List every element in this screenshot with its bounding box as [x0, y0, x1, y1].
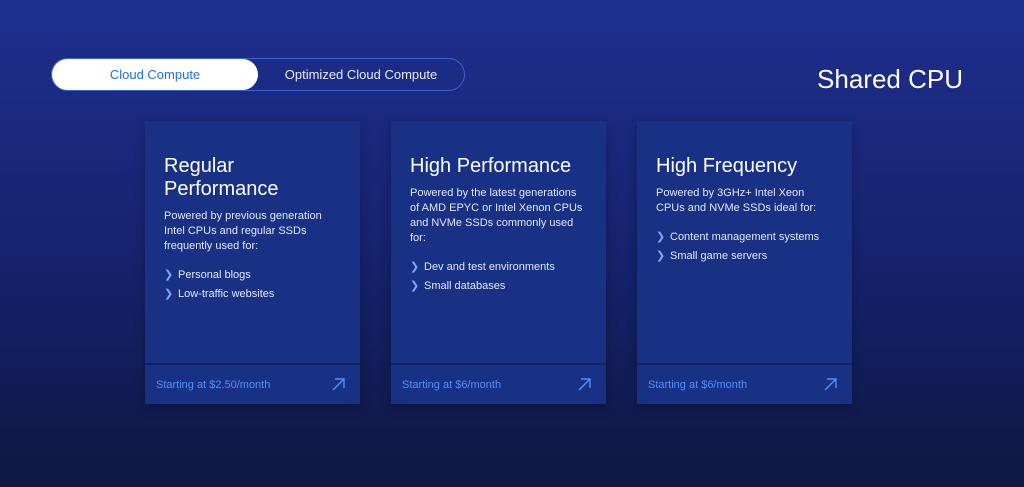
chevron-right-icon: ❯ — [656, 250, 666, 262]
list-item: ❯ Small databases — [410, 277, 588, 296]
use-case-list: ❯ Content management systems ❯ Small game … — [656, 228, 834, 266]
card-title: High Frequency — [656, 155, 834, 178]
use-case-list: ❯ Personal blogs ❯ Low-traffic websites — [164, 266, 342, 304]
card-title-line1: High Performance — [410, 155, 572, 177]
card-footer-link[interactable]: Starting at $6/month — [391, 363, 606, 404]
card-title: High Performance — [410, 155, 588, 178]
card-footer-link[interactable]: Starting at $6/month — [637, 363, 852, 404]
card-footer-link[interactable]: Starting at $2.50/month — [145, 363, 360, 404]
tab-optimized-cloud-compute[interactable]: Optimized Cloud Compute — [258, 59, 464, 90]
tab-cloud-compute[interactable]: Cloud Compute — [52, 59, 258, 90]
card-title-line1: Regular — [164, 155, 235, 177]
card-title-line1: High Frequency — [656, 155, 798, 177]
chevron-right-icon: ❯ — [410, 261, 420, 273]
list-item-label: Small databases — [424, 280, 506, 292]
list-item: ❯ Dev and test environments — [410, 258, 588, 277]
chevron-right-icon: ❯ — [410, 280, 420, 292]
price-label: Starting at $6/month — [648, 378, 748, 391]
arrow-up-right-icon — [332, 378, 345, 391]
chevron-right-icon: ❯ — [164, 288, 174, 300]
chevron-right-icon: ❯ — [656, 231, 666, 243]
section-title: Shared CPU — [817, 64, 963, 94]
list-item: ❯ Content management systems — [656, 228, 834, 247]
list-item-label: Small game servers — [670, 250, 768, 262]
list-item: ❯ Low-traffic websites — [164, 285, 342, 304]
price-label: Starting at $2.50/month — [156, 378, 271, 391]
plan-card-high-frequency: High Frequency Powered by 3GHz+ Intel Xe… — [637, 121, 852, 404]
card-title-line2: Performance — [164, 178, 279, 200]
list-item-label: Dev and test environments — [424, 261, 555, 273]
use-case-list: ❯ Dev and test environments ❯ Small databa… — [410, 258, 588, 296]
compute-type-toggle: Cloud Compute Optimized Cloud Compute — [51, 58, 465, 91]
card-description: Powered by 3GHz+ Intel Xeon CPUs and NVM… — [656, 187, 817, 214]
list-item-label: Content management systems — [670, 231, 820, 243]
card-description: Powered by the latest generations of AMD… — [410, 187, 583, 244]
card-title: Regular Performance — [164, 155, 342, 201]
arrow-up-right-icon — [824, 378, 837, 391]
plan-card-high-performance: High Performance Powered by the latest g… — [391, 121, 606, 404]
arrow-up-right-icon — [578, 378, 591, 391]
list-item-label: Low-traffic websites — [178, 288, 275, 300]
chevron-right-icon: ❯ — [164, 269, 174, 281]
list-item: ❯ Personal blogs — [164, 266, 342, 285]
price-label: Starting at $6/month — [402, 378, 502, 391]
card-description: Powered by previous generation Intel CPU… — [164, 210, 322, 252]
plan-card-regular-performance: Regular Performance Powered by previous … — [145, 121, 360, 404]
list-item: ❯ Small game servers — [656, 247, 834, 266]
list-item-label: Personal blogs — [178, 269, 251, 281]
